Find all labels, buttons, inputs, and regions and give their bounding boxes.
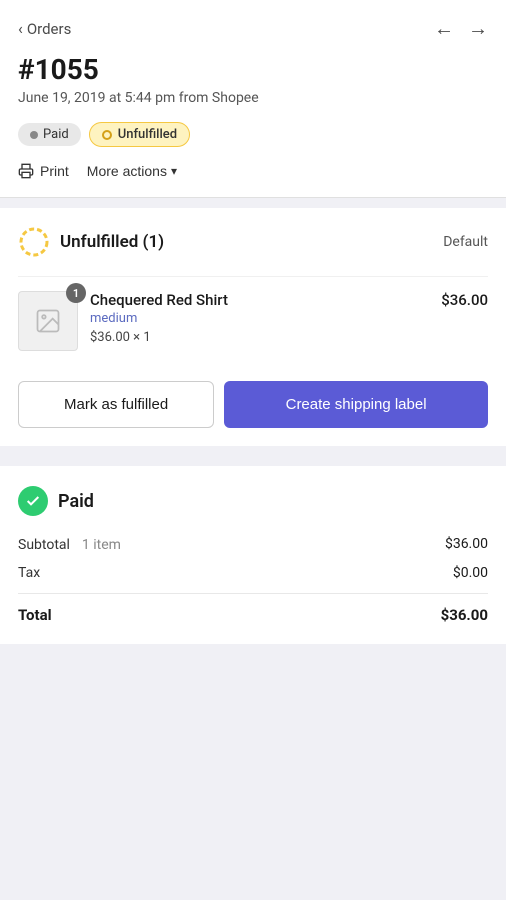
subtotal-row: Subtotal 1 item $36.00 bbox=[18, 534, 488, 553]
unfulfilled-badge-label: Unfulfilled bbox=[118, 127, 177, 142]
product-price-qty: $36.00 × 1 bbox=[90, 330, 429, 345]
section-gap-1 bbox=[0, 198, 506, 208]
back-link[interactable]: ‹ Orders bbox=[18, 19, 71, 38]
paid-status-icon bbox=[18, 486, 48, 516]
order-date: June 19, 2019 at 5:44 pm from Shopee bbox=[18, 90, 488, 106]
actions-row: Print More actions ▾ bbox=[18, 163, 488, 179]
unfulfilled-badge-dot bbox=[102, 130, 112, 140]
mark-fulfilled-button[interactable]: Mark as fulfilled bbox=[18, 381, 214, 428]
product-total: $36.00 bbox=[441, 291, 488, 309]
payment-header: Paid bbox=[18, 486, 488, 516]
nav-arrows: ← → bbox=[434, 16, 488, 41]
more-actions-label: More actions bbox=[87, 163, 167, 179]
print-button[interactable]: Print bbox=[18, 163, 69, 179]
print-icon bbox=[18, 163, 34, 179]
paid-badge: Paid bbox=[18, 123, 81, 146]
fulfillment-actions: Mark as fulfilled Create shipping label bbox=[18, 365, 488, 446]
payment-section: Paid Subtotal 1 item $36.00 Tax $0.00 To… bbox=[0, 466, 506, 644]
total-row: Total $36.00 bbox=[18, 602, 488, 624]
fulfillment-section: Unfulfilled (1) Default 1 Chequered Red … bbox=[0, 208, 506, 446]
print-label: Print bbox=[40, 163, 69, 179]
back-label: Orders bbox=[27, 20, 72, 38]
create-shipping-label-button[interactable]: Create shipping label bbox=[224, 381, 488, 428]
tax-row: Tax $0.00 bbox=[18, 565, 488, 581]
unfulfilled-status-icon bbox=[18, 226, 50, 258]
payment-divider bbox=[18, 593, 488, 594]
next-arrow[interactable]: → bbox=[468, 16, 488, 41]
payment-title: Paid bbox=[58, 491, 94, 512]
subtotal-label: Subtotal bbox=[18, 537, 70, 553]
paid-badge-dot bbox=[30, 131, 38, 139]
fulfillment-title-row: Unfulfilled (1) bbox=[18, 226, 164, 258]
order-id: #1055 bbox=[18, 53, 488, 86]
checkmark-icon bbox=[25, 493, 41, 509]
product-name: Chequered Red Shirt bbox=[90, 291, 429, 309]
subtotal-items: 1 item bbox=[82, 537, 121, 553]
paid-badge-label: Paid bbox=[43, 127, 69, 142]
more-actions-button[interactable]: More actions ▾ bbox=[87, 163, 177, 179]
subtotal-value: $36.00 bbox=[445, 536, 488, 552]
product-row: 1 Chequered Red Shirt medium $36.00 × 1 … bbox=[18, 276, 488, 365]
back-chevron-icon: ‹ bbox=[18, 19, 23, 38]
prev-arrow[interactable]: ← bbox=[434, 16, 454, 41]
quantity-badge: 1 bbox=[66, 283, 86, 303]
product-image-wrap: 1 bbox=[18, 291, 78, 351]
product-variant: medium bbox=[90, 311, 429, 326]
tax-label: Tax bbox=[18, 565, 40, 581]
badges-row: Paid Unfulfilled bbox=[18, 122, 488, 147]
fulfillment-title: Unfulfilled (1) bbox=[60, 232, 164, 252]
fulfillment-header: Unfulfilled (1) Default bbox=[18, 226, 488, 258]
tax-value: $0.00 bbox=[453, 565, 488, 581]
product-info: Chequered Red Shirt medium $36.00 × 1 bbox=[90, 291, 429, 345]
header-section: ‹ Orders ← → #1055 June 19, 2019 at 5:44… bbox=[0, 0, 506, 198]
unfulfilled-badge: Unfulfilled bbox=[89, 122, 190, 147]
subtotal-label-group: Subtotal 1 item bbox=[18, 534, 121, 553]
total-label: Total bbox=[18, 606, 52, 624]
product-placeholder-icon bbox=[34, 307, 62, 335]
chevron-down-icon: ▾ bbox=[171, 164, 177, 178]
total-value: $36.00 bbox=[441, 606, 488, 624]
nav-row: ‹ Orders ← → bbox=[18, 16, 488, 41]
default-label: Default bbox=[443, 234, 488, 250]
section-gap-2 bbox=[0, 446, 506, 456]
